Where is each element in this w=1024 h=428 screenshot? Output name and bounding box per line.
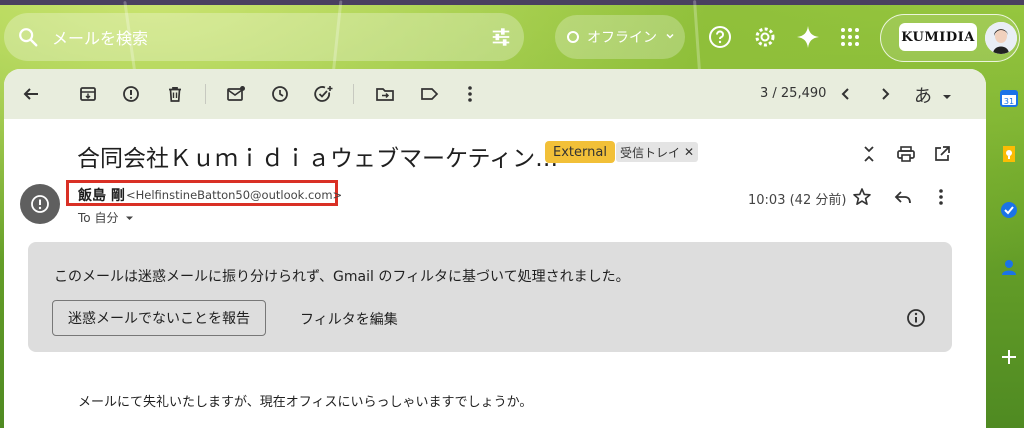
toolbar-divider xyxy=(353,84,354,104)
contacts-icon[interactable] xyxy=(999,257,1019,277)
mark-unread-icon[interactable] xyxy=(223,81,249,107)
avatar[interactable] xyxy=(985,22,1017,54)
inbox-label-chip: 受信トレイ ✕ xyxy=(616,142,699,162)
warning-icon xyxy=(31,195,49,213)
edit-filter-link[interactable]: フィルタを編集 xyxy=(300,309,398,329)
inbox-label-text: 受信トレイ xyxy=(620,145,681,160)
delete-trash-icon[interactable] xyxy=(162,81,188,107)
message-counter: 3 / 25,490 xyxy=(760,86,827,101)
help-icon[interactable] xyxy=(707,24,733,50)
keep-notes-icon[interactable] xyxy=(999,144,1019,164)
open-in-new-window-icon[interactable] xyxy=(929,141,955,167)
label-icon[interactable] xyxy=(416,81,442,107)
search-icon[interactable] xyxy=(4,26,52,48)
email-subject: 合同会社Ｋｕｍｉｄｉａウェブマーケティン… xyxy=(77,146,559,172)
search-input[interactable]: メールを検索 xyxy=(52,25,478,49)
calendar-icon[interactable]: 31 xyxy=(999,88,1019,108)
offline-circle-icon xyxy=(567,31,579,43)
tasks-icon[interactable] xyxy=(999,200,1019,220)
sender-warning-avatar xyxy=(20,184,60,224)
recipient-label: To 自分 xyxy=(78,211,119,225)
svg-text:31: 31 xyxy=(1004,97,1014,106)
collapse-all-icon[interactable] xyxy=(856,141,882,167)
received-time: 10:03 (42 分前) xyxy=(748,193,847,208)
account-switcher[interactable]: KUMIDIA xyxy=(880,14,1020,62)
message-toolbar: 3 / 25,490 あ xyxy=(4,69,986,119)
add-task-icon[interactable] xyxy=(311,81,337,107)
sender-name: 飯島 剛 xyxy=(78,188,125,204)
gemini-sparkle-icon[interactable] xyxy=(795,24,821,50)
spam-notice-message: このメールは迷惑メールに振り分けられず、Gmail のフィルタに基づいて処理され… xyxy=(54,269,630,285)
input-tools-label: あ xyxy=(914,86,932,107)
window-top-strip xyxy=(0,0,1024,5)
add-addon-plus-icon[interactable] xyxy=(999,347,1019,367)
sender-email: <HelfinstineBatton50@outlook.com> xyxy=(126,188,343,202)
move-to-folder-icon[interactable] xyxy=(372,81,398,107)
archive-icon[interactable] xyxy=(75,81,101,107)
external-badge: External xyxy=(545,141,615,163)
next-chevron-icon[interactable] xyxy=(872,81,898,107)
reply-icon[interactable] xyxy=(890,184,916,210)
mail-view-panel: 3 / 25,490 あ 合同会社Ｋｕｍｉｄｉａウェブマーケティン… Exter… xyxy=(4,69,986,428)
organization-logo: KUMIDIA xyxy=(899,23,977,51)
search-bar[interactable]: メールを検索 xyxy=(4,13,524,61)
print-icon[interactable] xyxy=(893,141,919,167)
info-icon[interactable] xyxy=(906,308,926,332)
caret-down-icon xyxy=(126,216,134,220)
report-not-spam-button[interactable]: 迷惑メールでないことを報告 xyxy=(52,300,266,336)
recipient-details[interactable]: To 自分 xyxy=(78,209,134,226)
previous-chevron-icon[interactable] xyxy=(833,81,859,107)
offline-label: オフライン xyxy=(587,30,657,46)
snooze-clock-icon[interactable] xyxy=(267,81,293,107)
star-icon[interactable] xyxy=(849,184,875,210)
more-vertical-icon[interactable] xyxy=(457,81,483,107)
offline-status-button[interactable]: オフライン xyxy=(555,15,685,59)
spam-notice-banner: このメールは迷惑メールに振り分けられず、Gmail のフィルタに基づいて処理され… xyxy=(28,242,952,352)
more-vertical-icon[interactable] xyxy=(928,184,954,210)
toolbar-divider xyxy=(205,84,206,104)
remove-label-icon[interactable]: ✕ xyxy=(684,145,694,159)
chevron-down-icon xyxy=(665,29,675,45)
search-options-icon[interactable] xyxy=(478,26,524,48)
apps-grid-icon[interactable] xyxy=(837,24,863,50)
email-body: メールにて失礼いたしますが、現在オフィスにいらっしゃいますでしょうか。 xyxy=(78,395,533,410)
back-arrow-icon[interactable] xyxy=(18,81,44,107)
report-spam-icon[interactable] xyxy=(118,81,144,107)
caret-down-icon xyxy=(942,95,951,99)
settings-gear-icon[interactable] xyxy=(752,24,778,50)
input-tools-button[interactable]: あ xyxy=(914,82,952,108)
